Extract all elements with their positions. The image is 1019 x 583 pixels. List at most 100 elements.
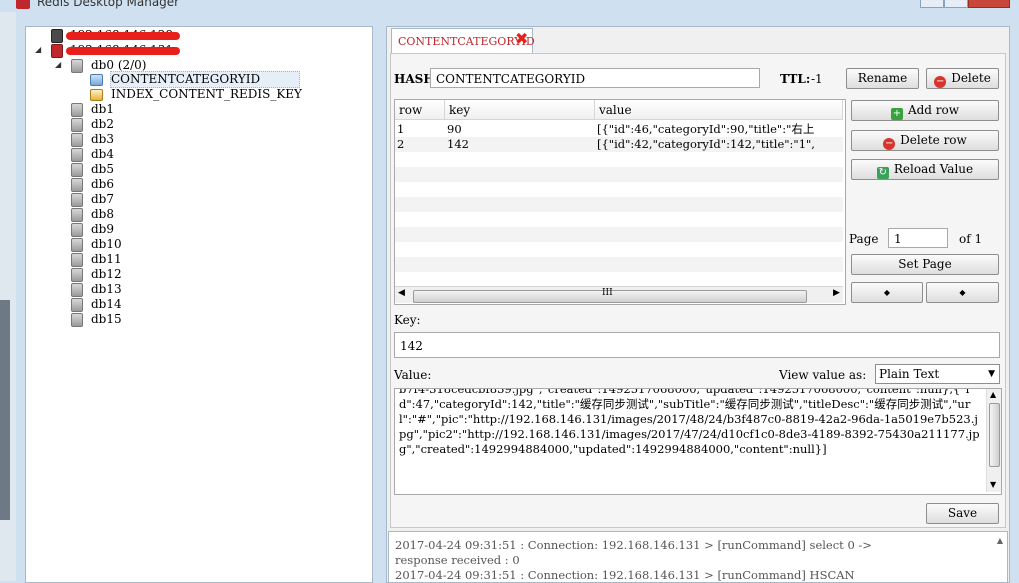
value-label: Value: bbox=[394, 368, 432, 382]
database-icon bbox=[69, 162, 83, 177]
tree-item-server-1[interactable]: 192.168.146.128 bbox=[26, 28, 366, 43]
ttl-label: TTL: bbox=[780, 72, 811, 86]
scroll-down-arrow-icon[interactable]: ▼ bbox=[990, 480, 996, 489]
empty-row bbox=[395, 257, 843, 272]
empty-row bbox=[395, 152, 843, 167]
ttl-value: -1 bbox=[811, 72, 823, 86]
cell-value: [{"id":46,"categoryId":90,"title":"右上 bbox=[597, 122, 815, 136]
column-header-row[interactable]: row bbox=[395, 100, 445, 120]
cell-value: [{"id":42,"categoryId":142,"title":"1", bbox=[597, 137, 815, 151]
scrollbar-thumb[interactable] bbox=[989, 403, 1000, 467]
cell-key: 142 bbox=[447, 137, 469, 151]
database-icon bbox=[69, 237, 83, 252]
key-input[interactable]: 142 bbox=[394, 332, 1000, 358]
page-label: Page bbox=[849, 232, 879, 246]
reload-value-label: Reload Value bbox=[893, 162, 974, 176]
set-page-label: Set Page bbox=[898, 257, 952, 271]
key-name-input[interactable]: CONTENTCATEGORYID bbox=[430, 68, 760, 88]
cell-row: 1 bbox=[397, 122, 405, 136]
database-icon bbox=[69, 102, 83, 117]
close-window-button[interactable] bbox=[968, 0, 1010, 8]
db-label: db1 bbox=[91, 102, 114, 116]
previous-page-icon: ◆ bbox=[883, 288, 891, 297]
background-window-edge-dark bbox=[0, 300, 10, 520]
connection-tree: 192.168.146.128 ◢ 192.168.146.131 ◢ db0 … bbox=[25, 26, 373, 583]
string-key-icon bbox=[89, 87, 103, 101]
database-icon bbox=[69, 297, 83, 312]
cell-key: 90 bbox=[447, 122, 462, 136]
log-line: response received : 0 bbox=[395, 553, 520, 567]
db-label: db4 bbox=[91, 147, 114, 161]
reload-icon: ↻ bbox=[876, 167, 889, 179]
view-as-label: View value as: bbox=[779, 368, 867, 382]
value-vertical-scrollbar[interactable]: ▲ ▼ bbox=[986, 389, 1001, 492]
db-label: db9 bbox=[91, 222, 114, 236]
database-icon bbox=[69, 192, 83, 207]
key-label: Key: bbox=[394, 313, 421, 327]
set-page-button[interactable]: Set Page bbox=[851, 254, 999, 275]
previous-page-button[interactable]: ◆ bbox=[851, 282, 923, 303]
table-row[interactable]: 1 90 [{"id":46,"categoryId":90,"title":"… bbox=[395, 122, 843, 137]
minimize-button[interactable] bbox=[920, 0, 944, 8]
delete-icon: − bbox=[934, 76, 947, 88]
database-icon bbox=[69, 267, 83, 282]
empty-row bbox=[395, 167, 843, 182]
database-icon bbox=[69, 282, 83, 297]
redaction-mark bbox=[66, 32, 180, 40]
column-header-key[interactable]: key bbox=[445, 100, 595, 120]
database-icon bbox=[69, 117, 83, 132]
rename-label: Rename bbox=[857, 71, 908, 85]
tree-item-server-2[interactable]: ◢ 192.168.146.131 bbox=[26, 43, 366, 58]
value-text: b7f4-318cedcbf839.jpg","created":1492517… bbox=[399, 388, 980, 456]
db-label: db15 bbox=[91, 312, 122, 326]
tree-item-key-index-content[interactable]: INDEX_CONTENT_REDIS_KEY bbox=[26, 87, 366, 102]
add-row-button[interactable]: + Add row bbox=[851, 100, 999, 121]
database-icon bbox=[69, 58, 83, 73]
log-console: 2017-04-24 09:31:51 : Connection: 192.16… bbox=[388, 531, 1008, 583]
empty-row bbox=[395, 242, 843, 257]
close-tab-icon[interactable]: ✖ bbox=[515, 31, 531, 47]
db-label: db12 bbox=[91, 267, 122, 281]
rename-button[interactable]: Rename bbox=[846, 68, 919, 89]
hash-table: row key value 1 90 [{"id":46,"categoryId… bbox=[394, 99, 846, 305]
reload-value-button[interactable]: ↻ Reload Value bbox=[851, 159, 999, 180]
empty-row bbox=[395, 197, 843, 212]
db-label: db7 bbox=[91, 192, 114, 206]
delete-row-label: Delete row bbox=[900, 133, 967, 147]
collapse-arrow-icon[interactable]: ◢ bbox=[55, 61, 63, 69]
scroll-right-arrow-icon[interactable]: ▶ bbox=[833, 288, 840, 298]
db-label: db5 bbox=[91, 162, 114, 176]
save-button[interactable]: Save bbox=[926, 503, 999, 524]
db-label: db3 bbox=[91, 132, 114, 146]
database-icon bbox=[69, 132, 83, 147]
window-title: Redis Desktop Manager bbox=[37, 0, 180, 9]
empty-row bbox=[395, 227, 843, 242]
scroll-up-arrow-icon[interactable]: ▲ bbox=[990, 390, 996, 399]
delete-key-button[interactable]: − Delete bbox=[926, 68, 999, 89]
scroll-up-arrow-icon[interactable]: ▲ bbox=[997, 536, 1003, 545]
delete-row-button[interactable]: − Delete row bbox=[851, 130, 999, 151]
empty-row bbox=[395, 182, 843, 197]
scroll-left-arrow-icon[interactable]: ◀ bbox=[398, 288, 405, 298]
maximize-button[interactable] bbox=[944, 0, 968, 8]
tree-item-key-contentcategoryid[interactable]: CONTENTCATEGORYID bbox=[26, 72, 366, 87]
next-page-button[interactable]: ◆ bbox=[926, 282, 999, 303]
db-label: db8 bbox=[91, 207, 114, 221]
key-label: CONTENTCATEGORYID bbox=[111, 72, 261, 86]
server-icon bbox=[49, 28, 63, 43]
plus-icon: + bbox=[890, 108, 903, 120]
redaction-mark bbox=[66, 47, 180, 55]
value-textarea[interactable]: b7f4-318cedcbf839.jpg","created":1492517… bbox=[394, 388, 1002, 495]
view-as-select[interactable]: Plain Text ▼ bbox=[875, 364, 1000, 384]
database-icon bbox=[69, 207, 83, 222]
scrollbar-thumb[interactable]: III bbox=[413, 288, 807, 303]
server-icon bbox=[49, 43, 63, 58]
table-row[interactable]: 2 142 [{"id":42,"categoryId":142,"title"… bbox=[395, 137, 843, 152]
delete-label: Delete bbox=[951, 71, 991, 85]
collapse-arrow-icon[interactable]: ◢ bbox=[35, 46, 43, 54]
page-count-label: of 1 bbox=[959, 232, 983, 246]
add-row-label: Add row bbox=[907, 103, 960, 117]
column-header-value[interactable]: value bbox=[595, 100, 843, 120]
table-horizontal-scrollbar[interactable]: ◀ III ▶ bbox=[395, 286, 843, 303]
page-input[interactable]: 1 bbox=[888, 228, 948, 248]
